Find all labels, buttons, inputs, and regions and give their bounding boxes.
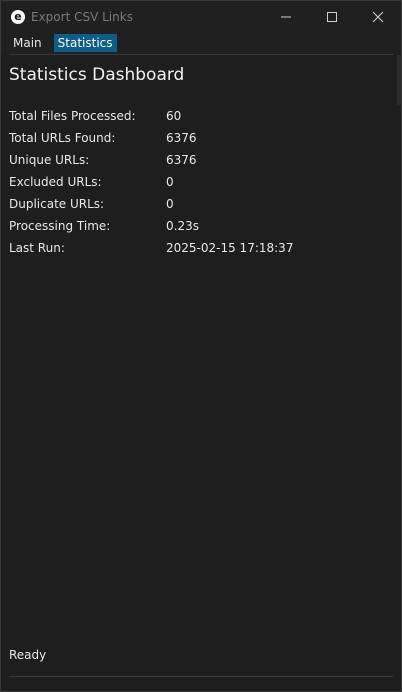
stat-label: Total URLs Found: [9,131,116,145]
stat-label: Duplicate URLs: [9,197,105,211]
close-icon [372,11,384,22]
window-title: Export CSV Links [31,9,133,24]
tab-main[interactable]: Main [9,34,46,52]
tab-statistics[interactable]: Statistics [53,34,117,52]
stats-list: Total Files Processed: 60 Total URLs Fou… [9,105,293,259]
stat-value: 60 [166,109,182,123]
stat-value: 6376 [166,153,197,167]
stat-label: Unique URLs: [9,153,90,167]
stat-label: Processing Time: [9,219,111,233]
stat-label: Total Files Processed: [9,109,136,123]
stat-value: 6376 [166,131,197,145]
stat-label: Excluded URLs: [9,175,102,189]
minimize-button[interactable] [263,1,309,32]
tab-bar: Main Statistics [1,32,401,54]
maximize-icon [327,11,337,22]
stat-row-excluded-urls: Excluded URLs: 0 [9,171,293,193]
stat-value: 0 [166,175,174,189]
title-bar: e Export CSV Links [1,1,401,32]
scrollbar[interactable] [397,55,401,105]
status-divider [9,676,393,677]
stat-row-last-run: Last Run: 2025-02-15 17:18:37 [9,237,293,259]
app-window: e Export CSV Links Main Statistics Stati… [0,0,402,692]
stat-row-unique-urls: Unique URLs: 6376 [9,149,293,171]
close-button[interactable] [355,1,401,32]
stat-value: 0 [166,197,174,211]
stat-row-total-urls: Total URLs Found: 6376 [9,127,293,149]
stat-row-duplicate-urls: Duplicate URLs: 0 [9,193,293,215]
stat-value: 2025-02-15 17:18:37 [166,241,294,255]
minimize-icon [281,16,291,17]
stat-label: Last Run: [9,241,65,255]
window-controls [263,1,401,32]
maximize-button[interactable] [309,1,355,32]
page-title: Statistics Dashboard [9,65,185,85]
stat-row-total-files: Total Files Processed: 60 [9,105,293,127]
statistics-panel: Statistics Dashboard Total Files Process… [1,55,401,691]
status-text: Ready [9,648,47,662]
app-logo-icon: e [11,9,25,24]
stat-value: 0.23s [166,219,199,233]
stat-row-processing-time: Processing Time: 0.23s [9,215,293,237]
